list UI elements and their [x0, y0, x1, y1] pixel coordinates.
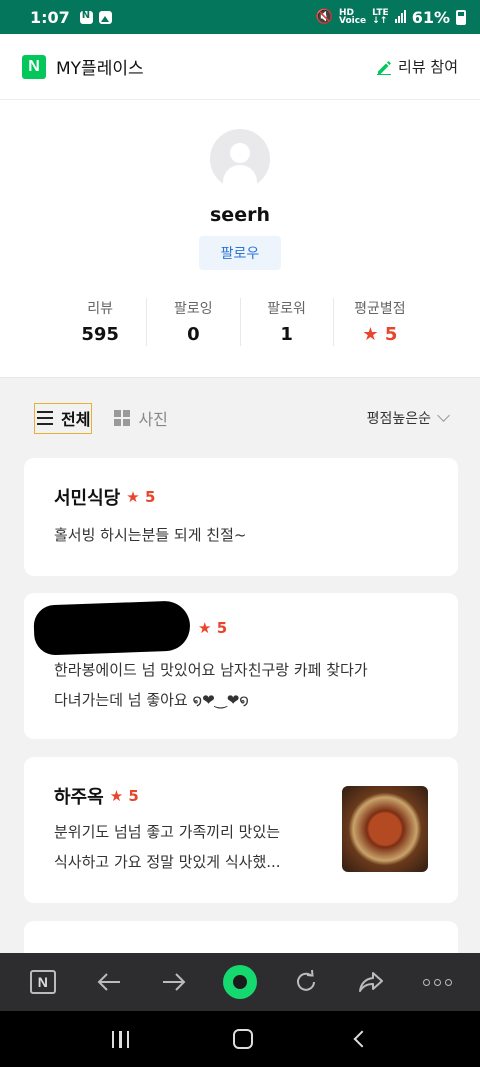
place-name[interactable]: 하주옥: [54, 783, 104, 809]
refresh-icon: [296, 969, 315, 991]
battery-icon: [456, 9, 466, 25]
stat-label: 팔로잉: [174, 301, 213, 317]
review-card[interactable]: 서민식당 ★ 5 홀서빙 하시는분들 되게 친절~: [24, 458, 458, 576]
share-icon: [359, 972, 384, 992]
more-dots-icon: [422, 978, 452, 986]
chevron-down-icon: [437, 409, 450, 422]
stat-label: 팔로워: [267, 301, 306, 317]
avatar-head-icon: [230, 143, 250, 163]
avatar[interactable]: [210, 129, 270, 189]
username: seerh: [210, 204, 270, 226]
sort-label: 평점높은순: [366, 411, 431, 427]
page-title: MY플레이스: [56, 59, 144, 79]
stat-label: 평균별점: [354, 301, 406, 317]
avatar-body-icon: [223, 165, 257, 189]
star-icon: ★: [126, 488, 140, 506]
forward-button[interactable]: [152, 960, 196, 1004]
list-icon: [37, 411, 53, 425]
tab-photo[interactable]: 사진: [114, 406, 168, 430]
sort-dropdown[interactable]: 평점높은순: [366, 408, 450, 428]
status-time: 1:07: [30, 7, 70, 27]
profile-section: seerh 팔로우 리뷰 595 팔로잉 0 팔로워 1 평균별점 ★ 5: [0, 100, 480, 378]
review-join-label: 리뷰 참여: [398, 58, 458, 76]
arrow-right-icon: [163, 973, 186, 991]
place-name[interactable]: 서민식당: [54, 484, 120, 510]
review-text: 한라봉에이드 넘 맛있어요 남자친구랑 카페 찾다가 다녀가는데 넘 좋아요 ໑…: [54, 661, 368, 709]
arrow-left-icon: [97, 973, 120, 991]
green-dot-button[interactable]: [218, 960, 262, 1004]
status-bar: 1:07 🔇 HDVoice LTE↓↑ 61%: [0, 0, 480, 34]
review-card[interactable]: 하주옥 ★ 5 분위기도 넘넘 좋고 가족끼리 맛있는 식사하고 가요 정말 맛…: [24, 757, 458, 903]
review-rating: ★ 5: [198, 619, 228, 637]
stat-label: 리뷰: [87, 301, 113, 317]
star-icon: ★: [198, 619, 212, 637]
review-photo-thumbnail[interactable]: [342, 786, 428, 872]
naver-logo[interactable]: N: [22, 54, 46, 79]
refresh-button[interactable]: [284, 960, 328, 1004]
browser-toolbar: N: [0, 953, 480, 1011]
app-header: N MY플레이스 리뷰 참여: [0, 34, 480, 100]
tab-photo-label: 사진: [138, 410, 168, 429]
review-rating: ★ 5: [109, 787, 139, 805]
stat-value: 1: [280, 324, 293, 345]
review-card[interactable]: ★ 5 한라봉에이드 넘 맛있어요 남자친구랑 카페 찾다가 다녀가는데 넘 좋…: [24, 593, 458, 739]
green-dot-icon: [222, 965, 257, 999]
review-rating: ★ 5: [126, 488, 156, 506]
naver-home-button[interactable]: N: [21, 960, 65, 1004]
review-filter-tabs: 전체 사진 평점높은순: [34, 400, 450, 436]
naver-n-icon: N: [29, 970, 56, 994]
stat-following[interactable]: 팔로잉 0: [146, 298, 239, 346]
gallery-notification-icon: [98, 10, 112, 24]
system-nav-bar: [0, 1011, 480, 1067]
stat-average-rating: 평균별점 ★ 5: [332, 298, 426, 346]
mute-icon: 🔇: [315, 9, 333, 25]
stat-value: ★ 5: [362, 324, 398, 345]
review-join-button[interactable]: 리뷰 참여: [376, 56, 458, 77]
tab-all-label: 전체: [61, 410, 91, 429]
battery-percent: 61%: [411, 7, 450, 27]
review-text: 분위기도 넘넘 좋고 가족끼리 맛있는 식사하고 가요 정말 맛있게 식사했..…: [54, 823, 281, 871]
naver-notification-icon: [79, 10, 93, 24]
share-button[interactable]: [349, 960, 393, 1004]
review-text: 홀서빙 하시는분들 되게 친절~: [54, 526, 247, 544]
hd-voice-indicator: HD Voice: [338, 8, 367, 26]
pencil-icon: [377, 60, 392, 75]
star-icon: ★: [109, 787, 124, 805]
tab-all[interactable]: 전체: [34, 402, 93, 434]
home-button[interactable]: [232, 1029, 253, 1049]
stat-followers[interactable]: 팔로워 1: [239, 298, 333, 346]
back-nav-button[interactable]: [353, 1030, 371, 1048]
stat-value: 595: [81, 324, 119, 345]
follow-button[interactable]: 팔로우: [199, 236, 281, 270]
stat-value: 0: [187, 324, 200, 345]
lte-indicator: LTE ↓↑: [372, 8, 389, 26]
more-button[interactable]: [415, 960, 459, 1004]
star-icon: ★: [362, 324, 379, 345]
signal-icon: [394, 10, 406, 23]
back-button[interactable]: [87, 960, 131, 1004]
grid-icon: [114, 410, 131, 426]
redacted-place-name: [33, 600, 191, 656]
recent-apps-button[interactable]: [111, 1030, 130, 1048]
stat-reviews[interactable]: 리뷰 595: [54, 298, 146, 346]
profile-stats: 리뷰 595 팔로잉 0 팔로워 1 평균별점 ★ 5: [54, 298, 426, 346]
